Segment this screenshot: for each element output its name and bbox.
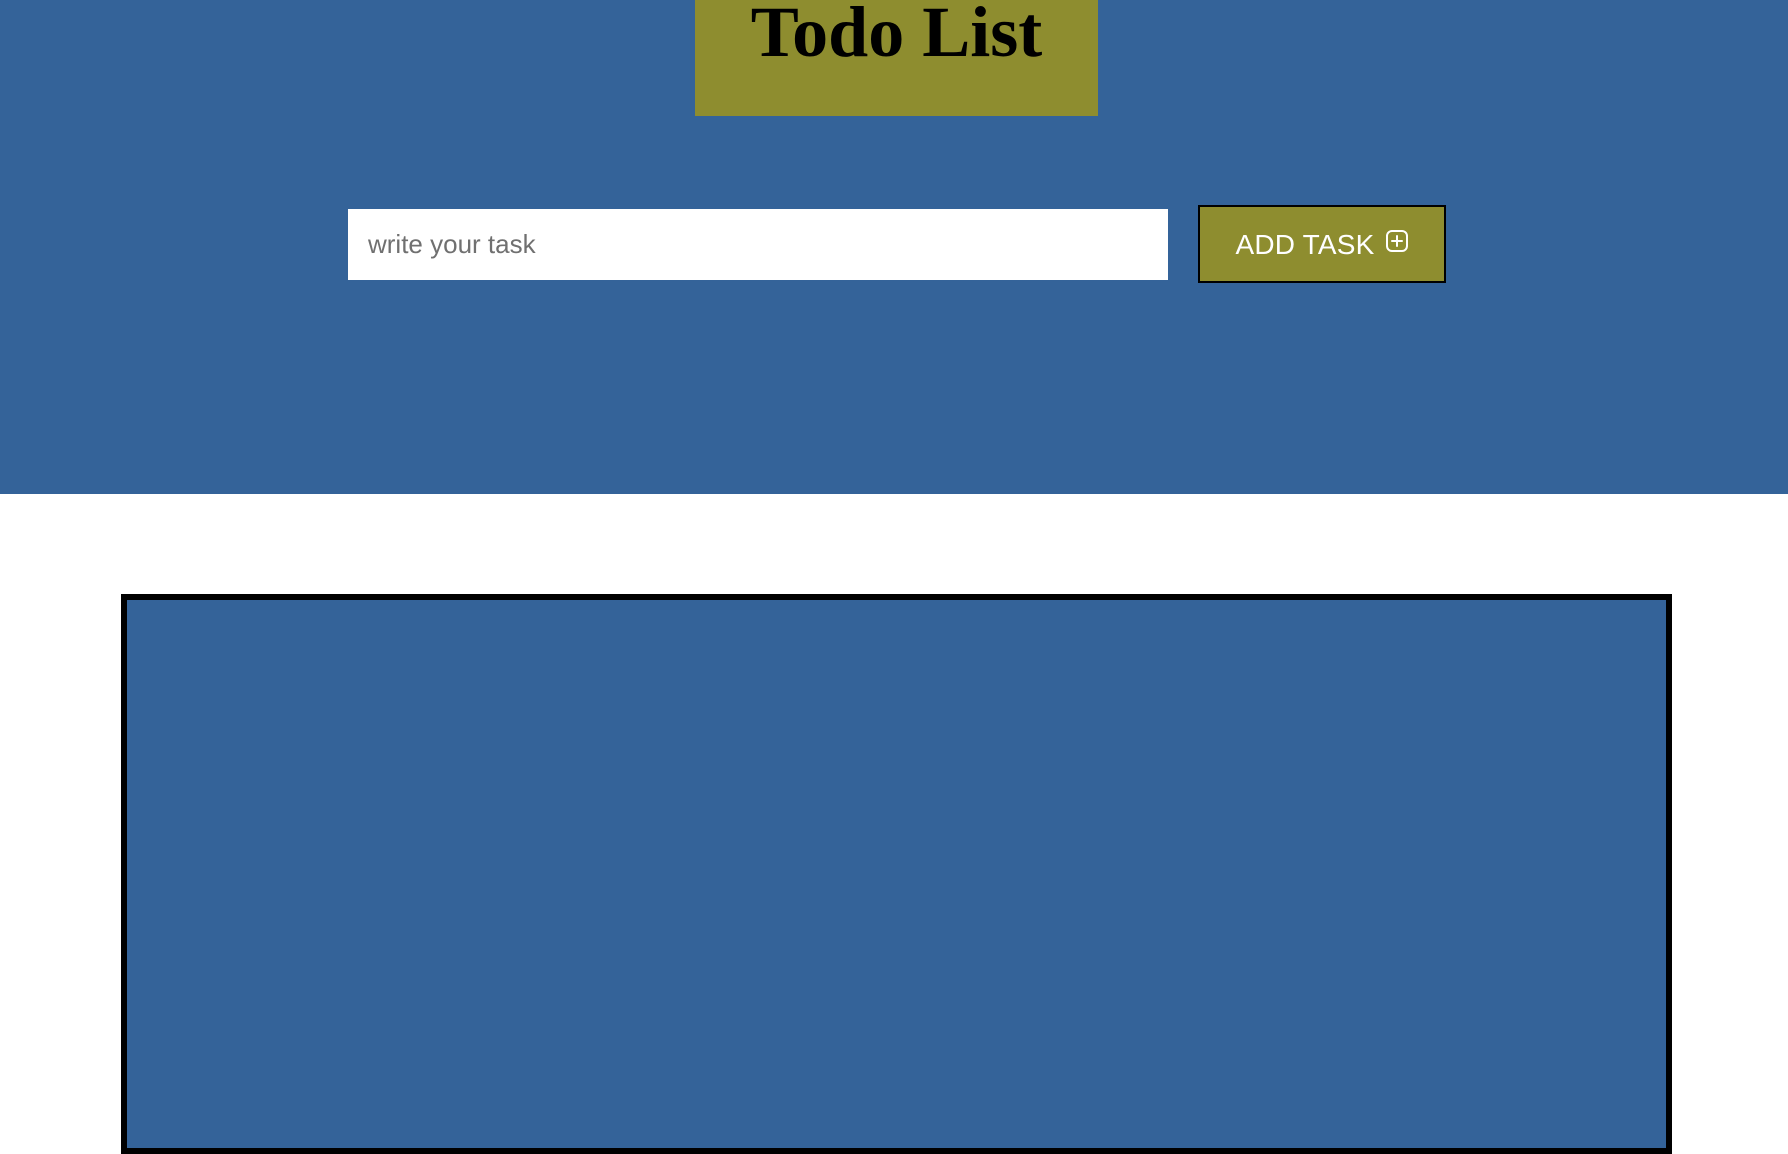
task-list-container <box>121 594 1672 1154</box>
page-title: Todo List <box>750 0 1043 72</box>
title-banner: Todo List <box>695 0 1098 116</box>
add-task-label: ADD TASK <box>1235 229 1375 260</box>
header-section: Todo List ADD TASK <box>0 0 1788 494</box>
task-input[interactable] <box>348 209 1168 280</box>
add-task-button[interactable]: ADD TASK <box>1198 205 1446 283</box>
plus-square-icon <box>1385 229 1409 253</box>
